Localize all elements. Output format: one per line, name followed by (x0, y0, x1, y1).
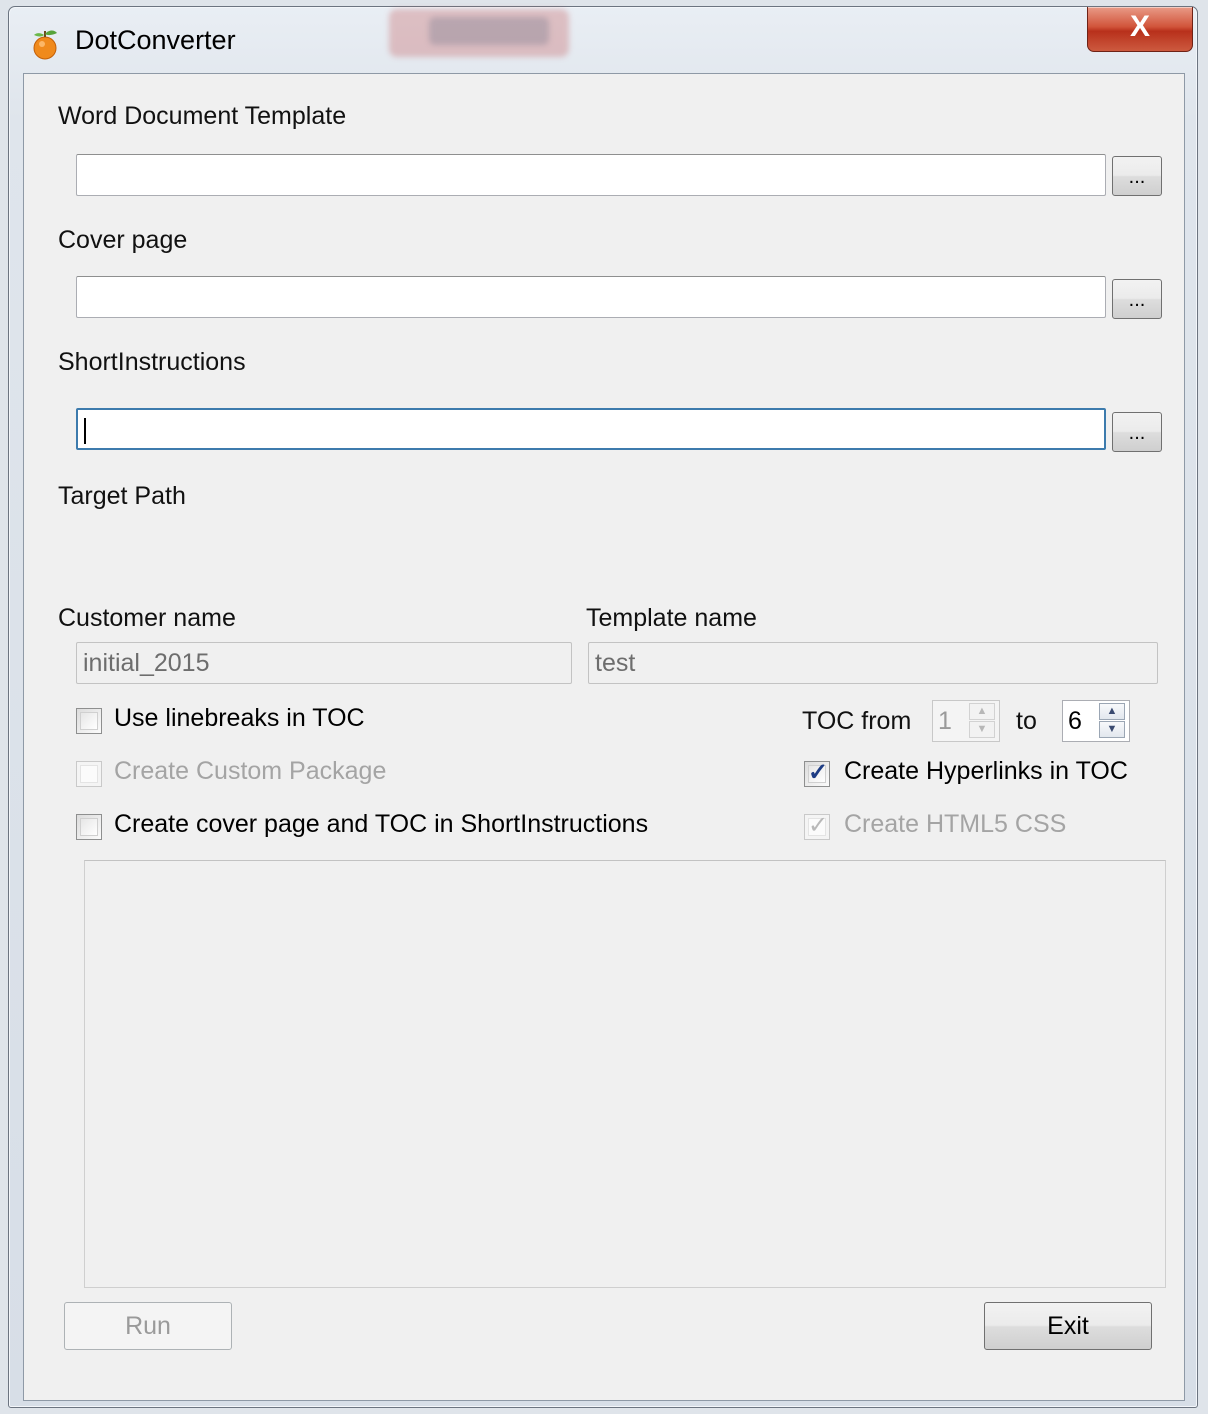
create-hyperlinks-label[interactable]: Create Hyperlinks in TOC (844, 757, 1128, 786)
short-instructions-input[interactable] (76, 408, 1106, 450)
word-template-label: Word Document Template (58, 102, 347, 130)
short-instructions-label: ShortInstructions (58, 348, 246, 376)
create-cover-toc-label[interactable]: Create cover page and TOC in ShortInstru… (114, 810, 648, 839)
text-caret (84, 418, 86, 444)
customer-name-input[interactable] (76, 642, 572, 684)
output-log-area[interactable] (84, 860, 1166, 1288)
background-window-blur (429, 17, 549, 45)
template-name-input[interactable] (588, 642, 1158, 684)
cover-page-input[interactable] (76, 276, 1106, 318)
title-bar[interactable]: DotConverter X (9, 7, 1197, 73)
main-window: DotConverter X Word Document Template ..… (8, 6, 1198, 1408)
toc-from-label: TOC from (802, 707, 912, 735)
toc-from-stepper: 1 ▲ ▼ (932, 700, 1000, 742)
target-path-label: Target Path (58, 482, 186, 510)
client-area: Word Document Template ... Cover page ..… (23, 73, 1185, 1401)
spin-up-icon: ▲ (969, 703, 995, 720)
short-instructions-browse-button[interactable]: ... (1112, 412, 1162, 452)
checkmark-icon: ✓ (808, 759, 829, 786)
use-linebreaks-checkbox[interactable] (76, 708, 102, 734)
create-hyperlinks-checkbox[interactable]: ✓ (804, 759, 830, 787)
create-cover-toc-checkbox[interactable] (76, 814, 102, 840)
spin-up-icon[interactable]: ▲ (1099, 703, 1125, 720)
cover-page-browse-button[interactable]: ... (1112, 279, 1162, 319)
toc-to-stepper[interactable]: 6 ▲ ▼ (1062, 700, 1130, 742)
toc-from-value: 1 (938, 707, 952, 735)
spin-down-icon[interactable]: ▼ (1099, 721, 1125, 738)
run-button: Run (64, 1302, 232, 1350)
template-name-label: Template name (586, 604, 757, 632)
orange-fruit-icon (33, 30, 57, 60)
create-html5-css-label: Create HTML5 CSS (844, 810, 1067, 838)
close-icon: X (1129, 10, 1150, 43)
exit-button[interactable]: Exit (984, 1302, 1152, 1350)
create-custom-package-checkbox (76, 761, 102, 787)
toc-to-label: to (1016, 707, 1037, 735)
use-linebreaks-label[interactable]: Use linebreaks in TOC (114, 704, 365, 733)
word-template-browse-button[interactable]: ... (1112, 156, 1162, 196)
word-template-input[interactable] (76, 154, 1106, 196)
create-html5-css-checkbox: ✓ (804, 812, 830, 840)
checkmark-icon: ✓ (808, 812, 829, 839)
create-custom-package-label: Create Custom Package (114, 757, 387, 785)
toc-to-value[interactable]: 6 (1068, 707, 1082, 736)
customer-name-label: Customer name (58, 604, 236, 632)
window-title: DotConverter (75, 25, 236, 55)
close-button[interactable]: X (1087, 7, 1193, 52)
cover-page-label: Cover page (58, 226, 188, 254)
spin-down-icon: ▼ (969, 721, 995, 738)
